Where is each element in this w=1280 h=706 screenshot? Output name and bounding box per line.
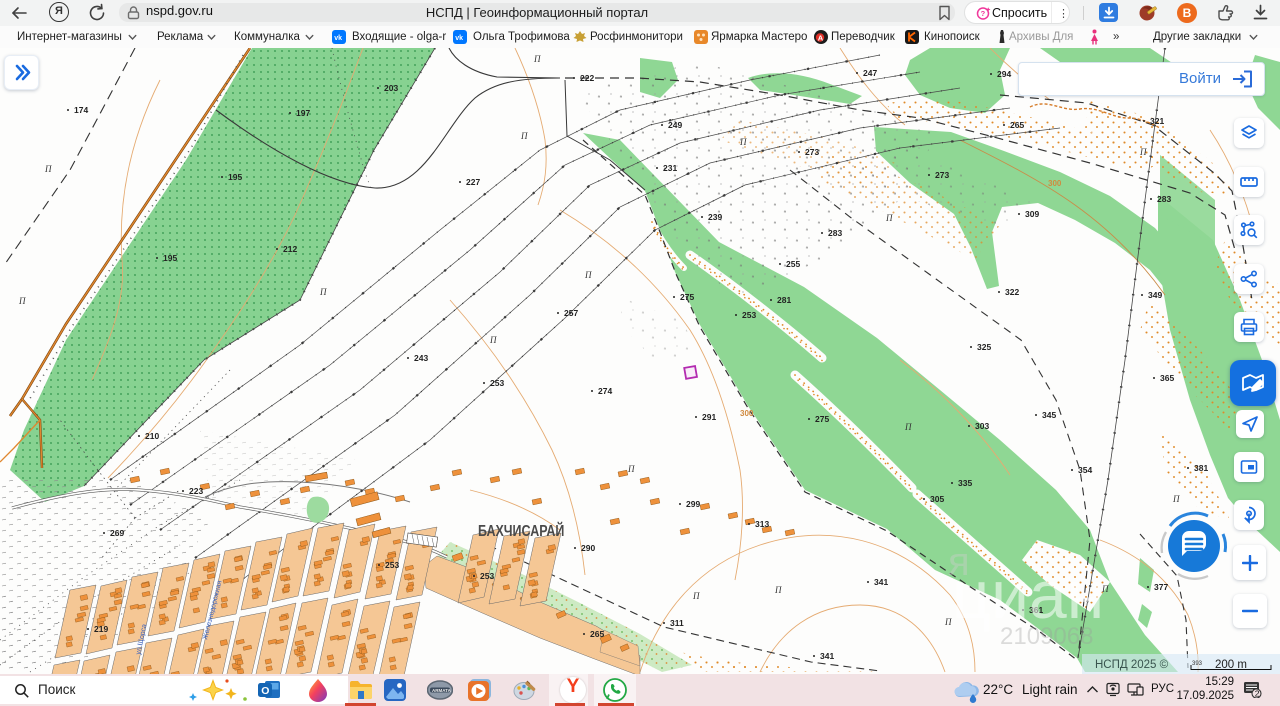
svg-text:П: П [520, 131, 528, 141]
svg-text:203: 203 [384, 83, 398, 93]
svg-text:ARMATA: ARMATA [432, 688, 452, 693]
svg-text:П: П [319, 287, 327, 297]
svg-text:197: 197 [296, 108, 310, 118]
svg-text:299: 299 [686, 499, 700, 509]
svg-text:309: 309 [1025, 209, 1039, 219]
svg-text:393: 393 [1192, 661, 1203, 667]
svg-text:195: 195 [228, 172, 242, 182]
svg-text:381: 381 [1194, 463, 1208, 473]
svg-text:257: 257 [564, 308, 578, 318]
svg-text:П: П [44, 164, 52, 174]
svg-text:П: П [489, 335, 497, 345]
svg-text:311: 311 [670, 618, 684, 628]
svg-text:253: 253 [490, 378, 504, 388]
svg-text:255: 255 [786, 259, 800, 269]
svg-text:П: П [533, 54, 541, 64]
svg-text:354: 354 [1078, 465, 1092, 475]
svg-text:243: 243 [414, 353, 428, 363]
svg-text:239: 239 [708, 212, 722, 222]
svg-text:П: П [584, 270, 592, 280]
svg-text:П: П [904, 422, 912, 432]
svg-text:П: П [692, 591, 700, 601]
svg-text:vk: vk [334, 35, 342, 42]
svg-text:275: 275 [680, 292, 694, 302]
svg-text:294: 294 [997, 69, 1011, 79]
svg-text:П: П [885, 213, 893, 223]
svg-text:174: 174 [74, 105, 88, 115]
svg-text:БАХЧИСАРАЙ: БАХЧИСАРАЙ [478, 520, 564, 540]
svg-text:П: П [18, 296, 26, 306]
svg-text:321: 321 [1150, 116, 1164, 126]
svg-text:210: 210 [145, 431, 159, 441]
svg-text:я: я [948, 540, 970, 584]
svg-text:305: 305 [930, 494, 944, 504]
svg-text:2109068: 2109068 [1000, 623, 1093, 650]
svg-text:?: ? [981, 9, 986, 18]
svg-text:274: 274 [598, 386, 612, 396]
svg-text:335: 335 [958, 478, 972, 488]
svg-text:253: 253 [385, 560, 399, 570]
svg-text:195: 195 [163, 253, 177, 263]
svg-text:313: 313 [755, 519, 769, 529]
svg-text:222: 222 [580, 73, 594, 83]
svg-text:циан: циан [952, 557, 1104, 633]
svg-text:П: П [1172, 494, 1180, 504]
svg-text:365: 365 [1160, 373, 1174, 383]
svg-text:253: 253 [480, 571, 494, 581]
svg-text:275: 275 [815, 414, 829, 424]
svg-text:291: 291 [702, 412, 716, 422]
svg-text:253: 253 [742, 310, 756, 320]
svg-text:273: 273 [805, 147, 819, 157]
svg-text:341: 341 [874, 577, 888, 587]
svg-text:П: П [774, 585, 782, 595]
svg-text:345: 345 [1042, 410, 1056, 420]
svg-text:П: П [739, 137, 747, 147]
svg-text:283: 283 [1157, 194, 1171, 204]
svg-text:A: A [818, 33, 824, 42]
svg-text:290: 290 [581, 543, 595, 553]
svg-text:П: П [627, 464, 635, 474]
svg-text:П: П [944, 617, 952, 627]
svg-text:П: П [1139, 147, 1147, 157]
svg-text:281: 281 [777, 295, 791, 305]
svg-text:349: 349 [1148, 290, 1162, 300]
svg-text:vk: vk [455, 35, 463, 42]
svg-text:322: 322 [1005, 287, 1019, 297]
svg-text:265: 265 [1010, 120, 1024, 130]
svg-text:269: 269 [110, 528, 124, 538]
svg-text:283: 283 [828, 228, 842, 238]
svg-text:НСПД 2025 ©: НСПД 2025 © [1095, 659, 1169, 671]
svg-text:247: 247 [863, 68, 877, 78]
svg-text:227: 227 [466, 177, 480, 187]
svg-text:231: 231 [663, 163, 677, 173]
svg-text:341: 341 [820, 651, 834, 661]
svg-text:325: 325 [977, 342, 991, 352]
svg-text:273: 273 [935, 170, 949, 180]
svg-text:249: 249 [668, 120, 682, 130]
svg-text:223: 223 [189, 486, 203, 496]
svg-text:265: 265 [590, 629, 604, 639]
svg-text:300: 300 [1048, 179, 1062, 188]
svg-text:300: 300 [740, 409, 754, 418]
svg-text:2: 2 [1255, 689, 1260, 698]
svg-text:O: O [261, 685, 269, 697]
svg-text:219: 219 [94, 624, 108, 634]
svg-text:212: 212 [283, 244, 297, 254]
svg-text:303: 303 [975, 421, 989, 431]
